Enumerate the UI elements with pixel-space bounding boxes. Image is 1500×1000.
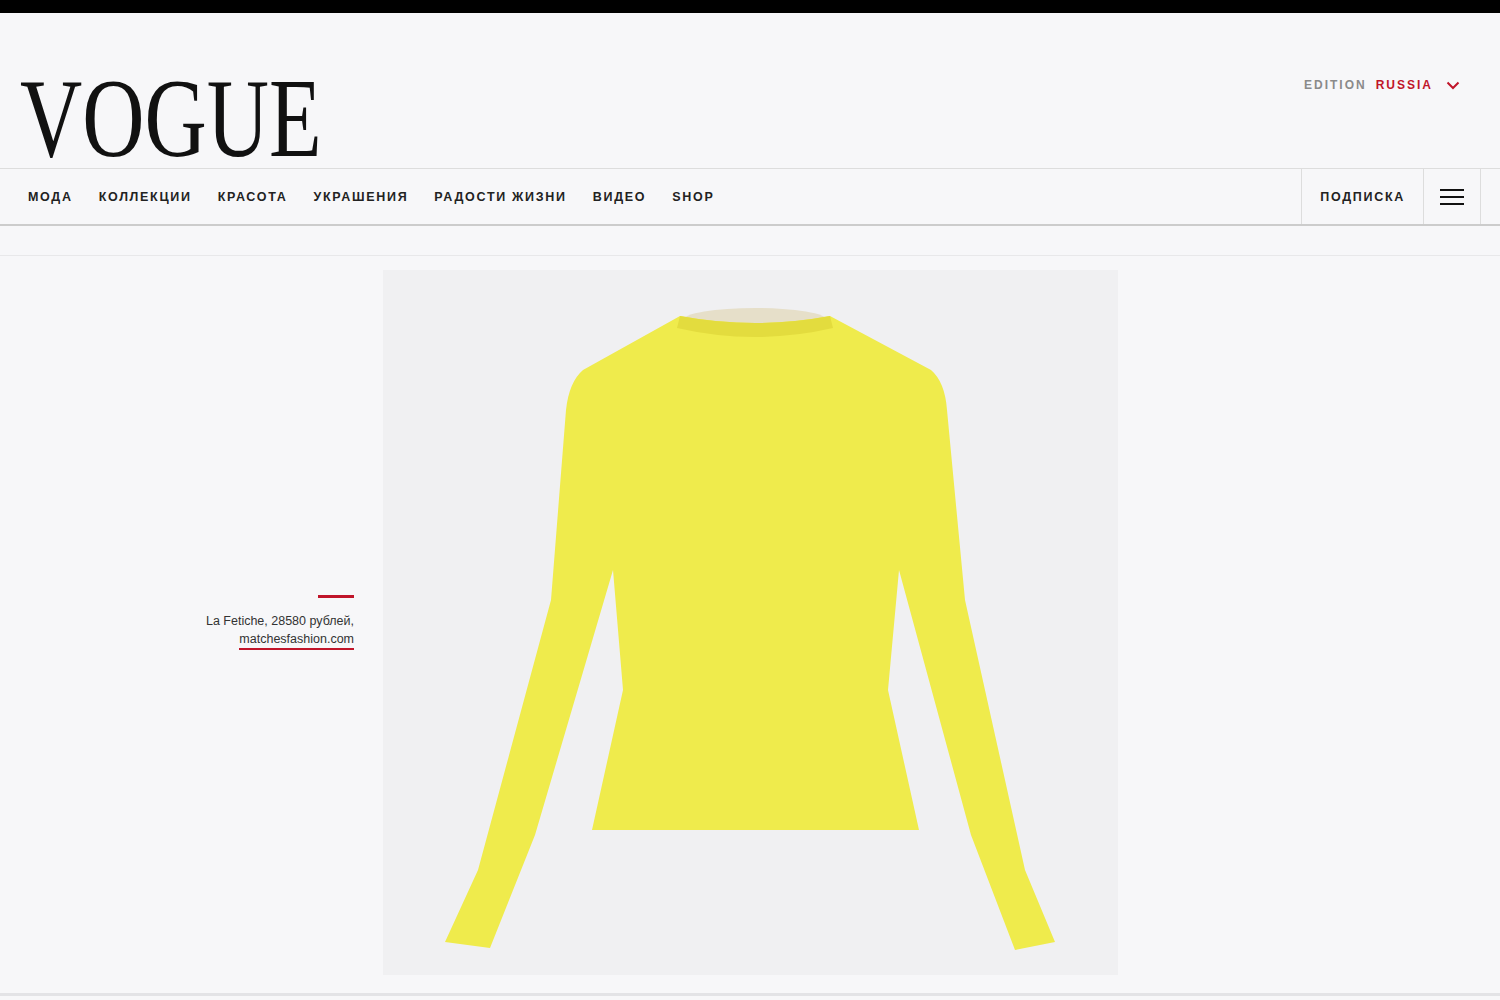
content: La Fetiche, 28580 рублей,matchesfashion.… (0, 256, 1500, 975)
header: VOGUE EDITION RUSSIA (0, 13, 1500, 168)
chevron-down-icon (1446, 81, 1460, 90)
top-bar (0, 0, 1500, 13)
nav-bar: МОДА КОЛЛЕКЦИИ КРАСОТА УКРАШЕНИЯ РАДОСТИ ЖИЗ… (0, 168, 1500, 226)
edition-selector[interactable]: EDITION RUSSIA (1304, 78, 1460, 92)
sweater-icon (383, 270, 1118, 975)
caption-column: La Fetiche, 28580 рублей,matchesfashion.… (0, 270, 383, 975)
nav-item[interactable]: РАДОСТИ ЖИЗНИ (434, 190, 566, 204)
nav-item[interactable]: ВИДЕО (593, 190, 646, 204)
vogue-logo: VOGUE (20, 62, 322, 174)
hamburger-icon (1440, 188, 1464, 206)
nav-item[interactable]: МОДА (28, 190, 73, 204)
nav-item[interactable]: УКРАШЕНИЯ (313, 190, 408, 204)
subscribe-button[interactable]: ПОДПИСКА (1301, 169, 1423, 224)
edition-label: EDITION (1304, 78, 1367, 92)
shop-link[interactable]: matchesfashion.com (239, 630, 354, 650)
nav-item[interactable]: КОЛЛЕКЦИИ (99, 190, 192, 204)
divider (0, 226, 1500, 256)
nav-list: МОДА КОЛЛЕКЦИИ КРАСОТА УКРАШЕНИЯ РАДОСТИ ЖИЗ… (0, 169, 714, 224)
menu-button[interactable] (1423, 169, 1481, 224)
caption-dash (318, 595, 354, 598)
edition-value: RUSSIA (1376, 78, 1433, 92)
right-column (1118, 270, 1500, 975)
nav-item[interactable]: SHOP (672, 190, 714, 204)
nav-item[interactable]: КРАСОТА (218, 190, 288, 204)
caption-text: La Fetiche, 28580 рублей, (206, 612, 354, 630)
page: VOGUE EDITION RUSSIA МОДА КОЛЛЕКЦИИ КРАСОТА УК… (0, 0, 1500, 1000)
nav-right: ПОДПИСКА (1301, 169, 1481, 224)
bottom-divider (0, 993, 1500, 996)
product-caption: La Fetiche, 28580 рублей,matchesfashion.… (206, 595, 354, 650)
product-photo (383, 270, 1118, 975)
logo-link[interactable]: VOGUE (20, 13, 320, 162)
